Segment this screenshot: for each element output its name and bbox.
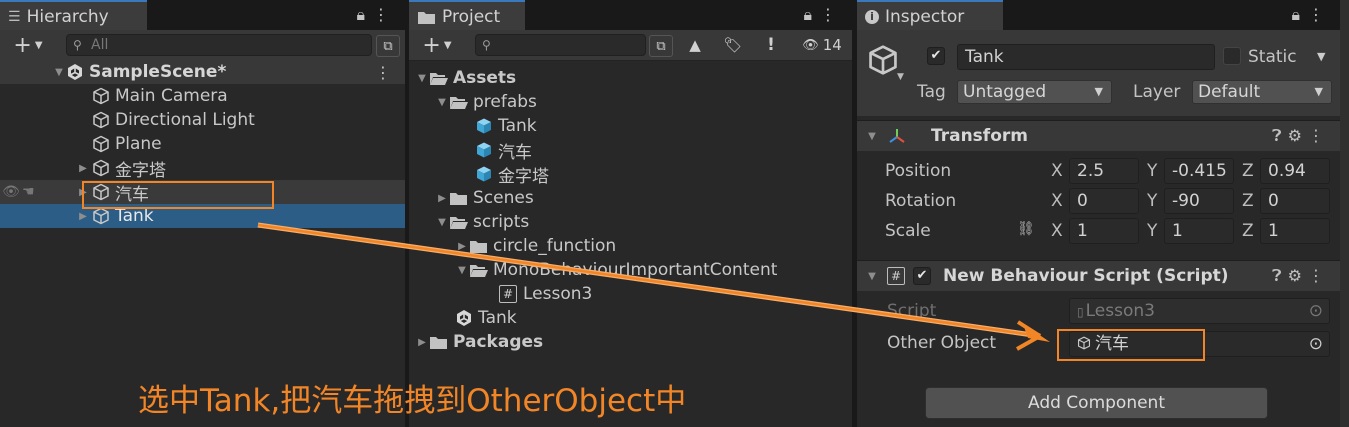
annotation-caption: 选中Tank,把汽车拖拽到OtherObject中	[138, 383, 687, 419]
drag-arrow	[257, 222, 1050, 351]
drag-arrow-outline	[257, 222, 1050, 351]
